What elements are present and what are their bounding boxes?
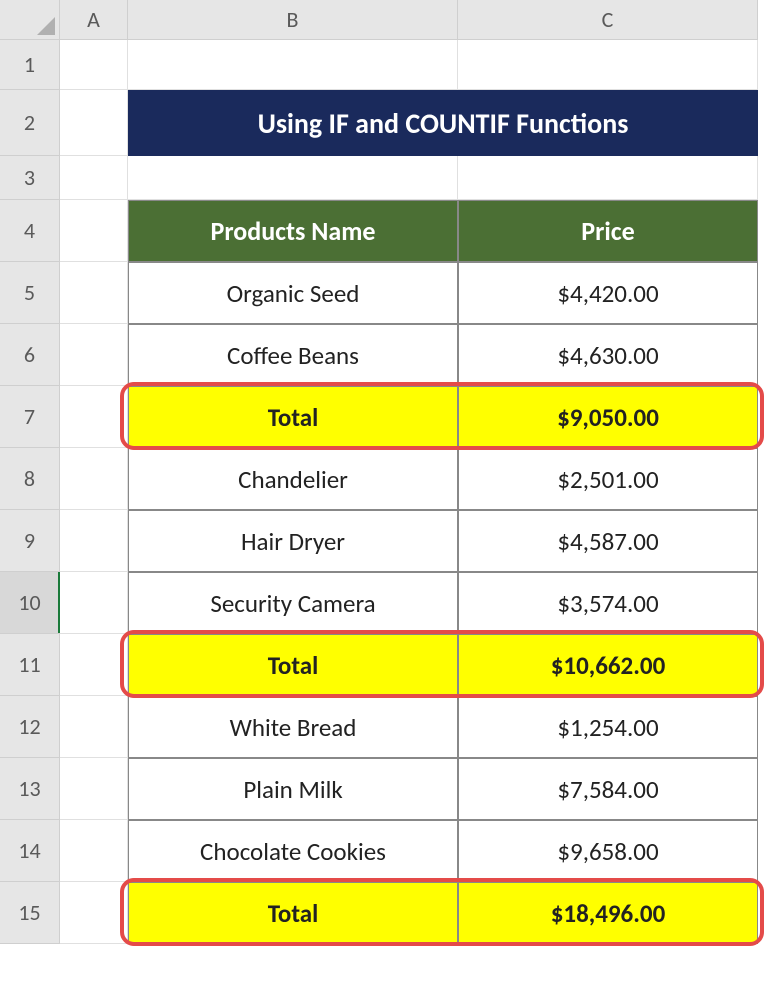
- product-name-cell[interactable]: Plain Milk: [128, 758, 458, 820]
- cell-a2[interactable]: [60, 90, 128, 156]
- product-name-cell[interactable]: White Bread: [128, 696, 458, 758]
- row-header-3[interactable]: 3: [0, 156, 60, 200]
- cell-b3[interactable]: [128, 156, 458, 200]
- cell-a15[interactable]: [60, 882, 128, 944]
- cell-a10[interactable]: [60, 572, 128, 634]
- row-header-4[interactable]: 4: [0, 200, 60, 262]
- row-header-15[interactable]: 15: [0, 882, 60, 944]
- col-header-a[interactable]: A: [60, 0, 128, 40]
- price-cell[interactable]: $4,587.00: [458, 510, 758, 572]
- total-price[interactable]: $18,496.00: [458, 882, 758, 944]
- title-cell[interactable]: Using IF and COUNTIF Functions: [128, 90, 758, 156]
- total-label[interactable]: Total: [128, 386, 458, 448]
- select-all-corner[interactable]: [0, 0, 60, 40]
- header-products-name[interactable]: Products Name: [128, 200, 458, 262]
- cell-a11[interactable]: [60, 634, 128, 696]
- cell-a8[interactable]: [60, 448, 128, 510]
- col-header-c[interactable]: C: [458, 0, 758, 40]
- cell-a9[interactable]: [60, 510, 128, 572]
- column-headers: A B C: [60, 0, 768, 40]
- total-label[interactable]: Total: [128, 634, 458, 696]
- cell-c3[interactable]: [458, 156, 758, 200]
- cell-a5[interactable]: [60, 262, 128, 324]
- grid: Using IF and COUNTIF Functions Products N…: [60, 40, 758, 944]
- price-cell[interactable]: $7,584.00: [458, 758, 758, 820]
- row-header-8[interactable]: 8: [0, 448, 60, 510]
- price-cell[interactable]: $3,574.00: [458, 572, 758, 634]
- cell-c1[interactable]: [458, 40, 758, 90]
- price-cell[interactable]: $4,630.00: [458, 324, 758, 386]
- cell-b1[interactable]: [128, 40, 458, 90]
- product-name-cell[interactable]: Hair Dryer: [128, 510, 458, 572]
- price-cell[interactable]: $9,658.00: [458, 820, 758, 882]
- price-cell[interactable]: $2,501.00: [458, 448, 758, 510]
- row-header-2[interactable]: 2: [0, 90, 60, 156]
- row-header-13[interactable]: 13: [0, 758, 60, 820]
- price-cell[interactable]: $1,254.00: [458, 696, 758, 758]
- product-name-cell[interactable]: Chocolate Cookies: [128, 820, 458, 882]
- total-price[interactable]: $9,050.00: [458, 386, 758, 448]
- total-price[interactable]: $10,662.00: [458, 634, 758, 696]
- total-label[interactable]: Total: [128, 882, 458, 944]
- row-header-5[interactable]: 5: [0, 262, 60, 324]
- product-name-cell[interactable]: Security Camera: [128, 572, 458, 634]
- row-header-14[interactable]: 14: [0, 820, 60, 882]
- cell-a4[interactable]: [60, 200, 128, 262]
- cell-a14[interactable]: [60, 820, 128, 882]
- cell-a6[interactable]: [60, 324, 128, 386]
- product-name-cell[interactable]: Organic Seed: [128, 262, 458, 324]
- price-cell[interactable]: $4,420.00: [458, 262, 758, 324]
- product-name-cell[interactable]: Chandelier: [128, 448, 458, 510]
- row-header-10[interactable]: 10: [0, 572, 60, 634]
- row-header-1[interactable]: 1: [0, 40, 60, 90]
- product-name-cell[interactable]: Coffee Beans: [128, 324, 458, 386]
- row-header-12[interactable]: 12: [0, 696, 60, 758]
- row-header-11[interactable]: 11: [0, 634, 60, 696]
- cell-a3[interactable]: [60, 156, 128, 200]
- row-header-7[interactable]: 7: [0, 386, 60, 448]
- cell-a7[interactable]: [60, 386, 128, 448]
- cell-a1[interactable]: [60, 40, 128, 90]
- row-header-6[interactable]: 6: [0, 324, 60, 386]
- cell-a12[interactable]: [60, 696, 128, 758]
- col-header-b[interactable]: B: [128, 0, 458, 40]
- header-price[interactable]: Price: [458, 200, 758, 262]
- row-header-9[interactable]: 9: [0, 510, 60, 572]
- row-headers: 123456789101112131415: [0, 40, 60, 944]
- cell-a13[interactable]: [60, 758, 128, 820]
